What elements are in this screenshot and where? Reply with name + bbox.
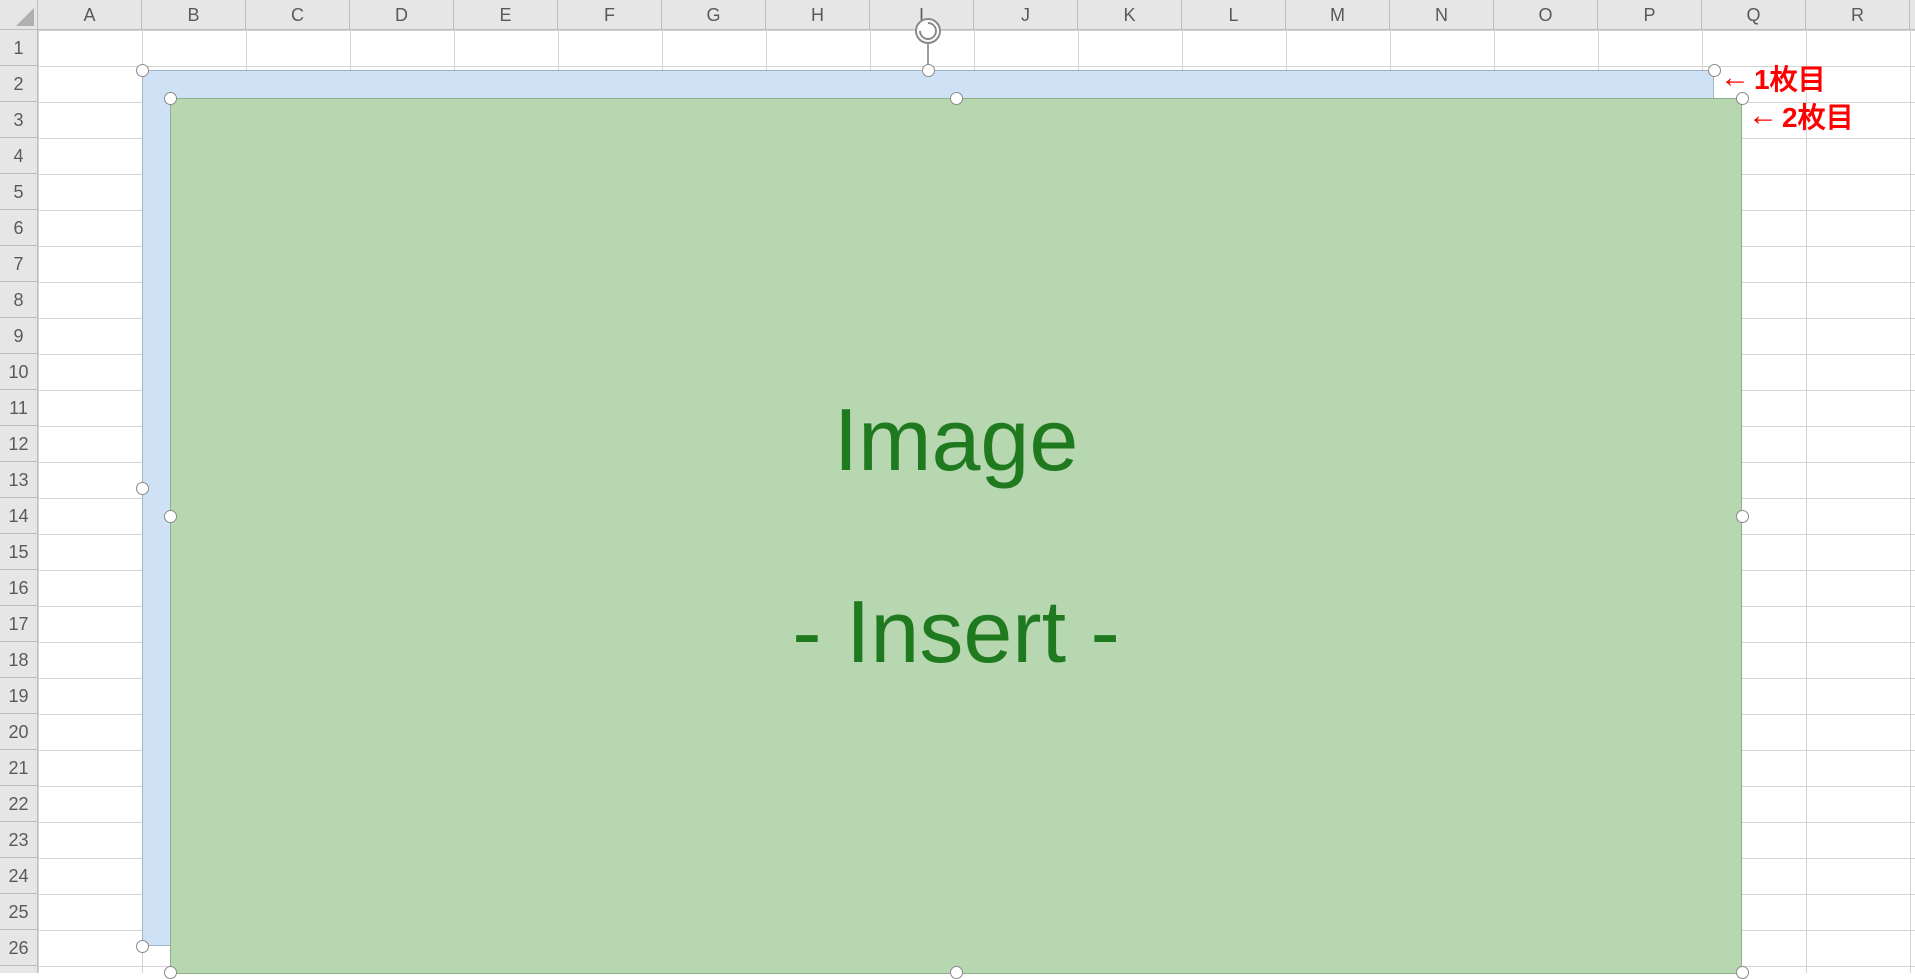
row-header[interactable]: 15 [0, 534, 37, 570]
row-header[interactable]: 25 [0, 894, 37, 930]
row-header[interactable]: 22 [0, 786, 37, 822]
col-header[interactable]: N [1390, 0, 1494, 29]
row-headers: 1 2 3 4 5 6 7 8 9 10 11 12 13 14 15 16 1… [0, 30, 38, 973]
resize-handle[interactable] [136, 482, 149, 495]
row-header[interactable]: 16 [0, 570, 37, 606]
col-header[interactable]: F [558, 0, 662, 29]
resize-handle[interactable] [136, 64, 149, 77]
row-header[interactable]: 12 [0, 426, 37, 462]
row-header[interactable]: 7 [0, 246, 37, 282]
resize-handle[interactable] [922, 64, 935, 77]
annotation-label: 1枚目 [1754, 58, 1826, 98]
resize-handle[interactable] [950, 92, 963, 105]
resize-handle[interactable] [1736, 510, 1749, 523]
row-header[interactable]: 14 [0, 498, 37, 534]
row-header[interactable]: 1 [0, 30, 37, 66]
row-header[interactable]: 17 [0, 606, 37, 642]
row-header[interactable]: 20 [0, 714, 37, 750]
image-label-line-1: Image [834, 389, 1079, 491]
col-header[interactable]: O [1494, 0, 1598, 29]
row-header[interactable]: 6 [0, 210, 37, 246]
col-header[interactable]: B [142, 0, 246, 29]
rotate-handle[interactable] [915, 18, 941, 44]
select-all-corner[interactable] [0, 0, 38, 30]
row-header[interactable]: 24 [0, 858, 37, 894]
row-header[interactable]: 10 [0, 354, 37, 390]
resize-handle[interactable] [164, 92, 177, 105]
row-header[interactable]: 19 [0, 678, 37, 714]
col-header[interactable]: Q [1702, 0, 1806, 29]
resize-handle[interactable] [164, 510, 177, 523]
col-header[interactable]: J [974, 0, 1078, 29]
row-header[interactable]: 13 [0, 462, 37, 498]
column-headers: A B C D E F G H I J K L M N O P Q R [38, 0, 1915, 30]
row-header[interactable]: 18 [0, 642, 37, 678]
row-header[interactable]: 5 [0, 174, 37, 210]
col-header[interactable]: C [246, 0, 350, 29]
arrow-left-icon: ← [1748, 99, 1778, 133]
col-header[interactable]: R [1806, 0, 1910, 29]
col-header[interactable]: H [766, 0, 870, 29]
annotation-label: 2枚目 [1782, 96, 1854, 136]
col-header[interactable]: E [454, 0, 558, 29]
row-header[interactable]: 26 [0, 930, 37, 966]
row-header[interactable]: 2 [0, 66, 37, 102]
resize-handle[interactable] [136, 940, 149, 953]
annotation-first: ← 1枚目 [1720, 58, 1826, 98]
image-label-line-2: - Insert - [792, 581, 1120, 683]
row-header[interactable]: 11 [0, 390, 37, 426]
arrow-left-icon: ← [1720, 61, 1750, 95]
row-header[interactable]: 8 [0, 282, 37, 318]
col-header[interactable]: M [1286, 0, 1390, 29]
col-header[interactable]: G [662, 0, 766, 29]
row-header[interactable]: 3 [0, 102, 37, 138]
col-header[interactable]: D [350, 0, 454, 29]
row-header[interactable]: 9 [0, 318, 37, 354]
inserted-image-2[interactable]: Image - Insert - [170, 98, 1742, 974]
row-header[interactable]: 21 [0, 750, 37, 786]
col-header[interactable]: A [38, 0, 142, 29]
col-header[interactable]: K [1078, 0, 1182, 29]
row-header[interactable]: 4 [0, 138, 37, 174]
col-header[interactable]: L [1182, 0, 1286, 29]
col-header[interactable]: P [1598, 0, 1702, 29]
annotation-second: ← 2枚目 [1748, 96, 1854, 136]
row-header[interactable]: 23 [0, 822, 37, 858]
